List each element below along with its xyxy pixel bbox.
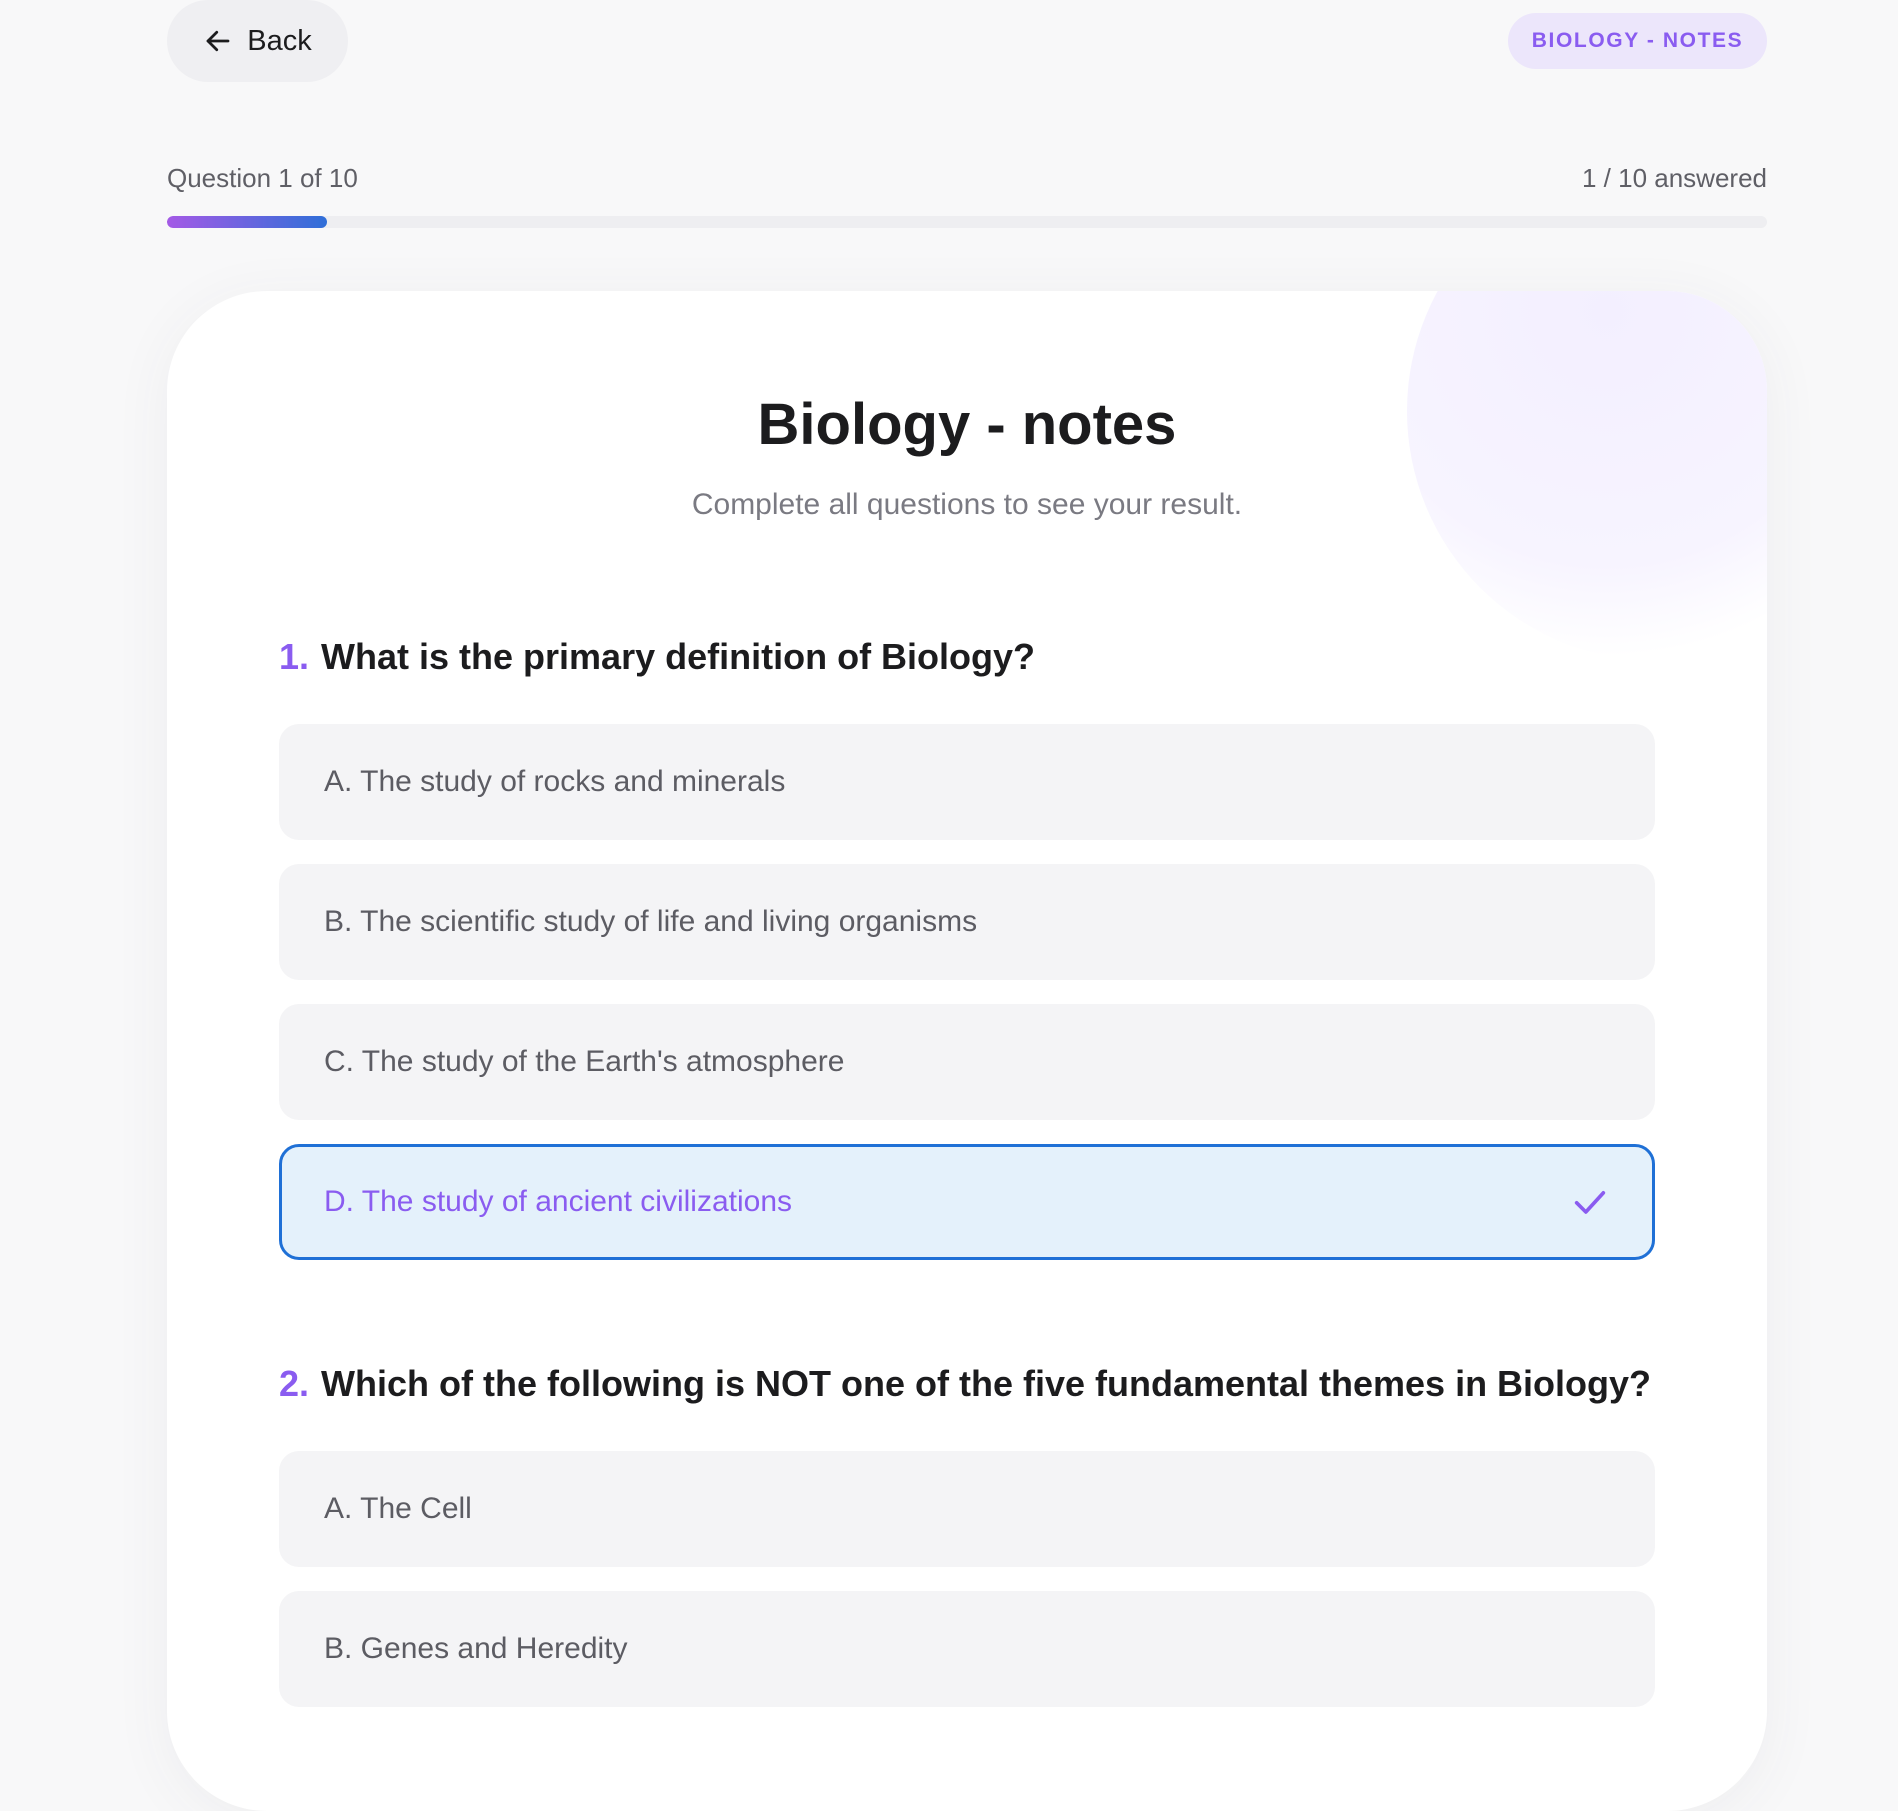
question-1: 1. What is the primary definition of Biol…	[279, 630, 1655, 1284]
option-a[interactable]: A. The Cell	[279, 1451, 1655, 1567]
question-heading: 2. Which of the following is NOT one of t…	[279, 1357, 1655, 1411]
back-label: Back	[247, 24, 312, 57]
option-label: D. The study of ancient civilizations	[324, 1185, 793, 1218]
arrow-left-icon	[203, 26, 233, 56]
option-list: A. The Cell B. Genes and Heredity	[279, 1451, 1655, 1707]
quiz-title: Biology - notes	[757, 392, 1177, 457]
decorative-circle	[1407, 291, 1767, 661]
question-text: What is the primary definition of Biolog…	[321, 636, 1036, 677]
option-c[interactable]: C. The study of the Earth's atmosphere	[279, 1004, 1655, 1120]
subject-badge: BIOLOGY - NOTES	[1508, 13, 1767, 69]
quiz-card: Biology - notes Complete all questions t…	[167, 291, 1767, 1811]
question-2: 2. Which of the following is NOT one of t…	[279, 1357, 1655, 1731]
option-b[interactable]: B. Genes and Heredity	[279, 1591, 1655, 1707]
option-a[interactable]: A. The study of rocks and minerals	[279, 724, 1655, 840]
progress-bar	[167, 216, 1767, 228]
check-icon	[1570, 1182, 1610, 1230]
option-list: A. The study of rocks and minerals B. Th…	[279, 724, 1655, 1260]
question-progress-label: Question 1 of 10	[167, 163, 358, 193]
question-number: 2.	[279, 1363, 310, 1404]
back-button[interactable]: Back	[167, 0, 348, 82]
option-b[interactable]: B. The scientific study of life and livi…	[279, 864, 1655, 980]
progress-bar-fill	[167, 216, 327, 228]
question-number: 1.	[279, 636, 310, 677]
option-d-selected[interactable]: D. The study of ancient civilizations	[279, 1144, 1655, 1260]
quiz-subtitle: Complete all questions to see your resul…	[691, 488, 1243, 521]
answered-count-label: 1 / 10 answered	[1581, 163, 1767, 193]
question-text: Which of the following is NOT one of the…	[321, 1363, 1652, 1404]
question-heading: 1. What is the primary definition of Biol…	[279, 630, 1655, 684]
